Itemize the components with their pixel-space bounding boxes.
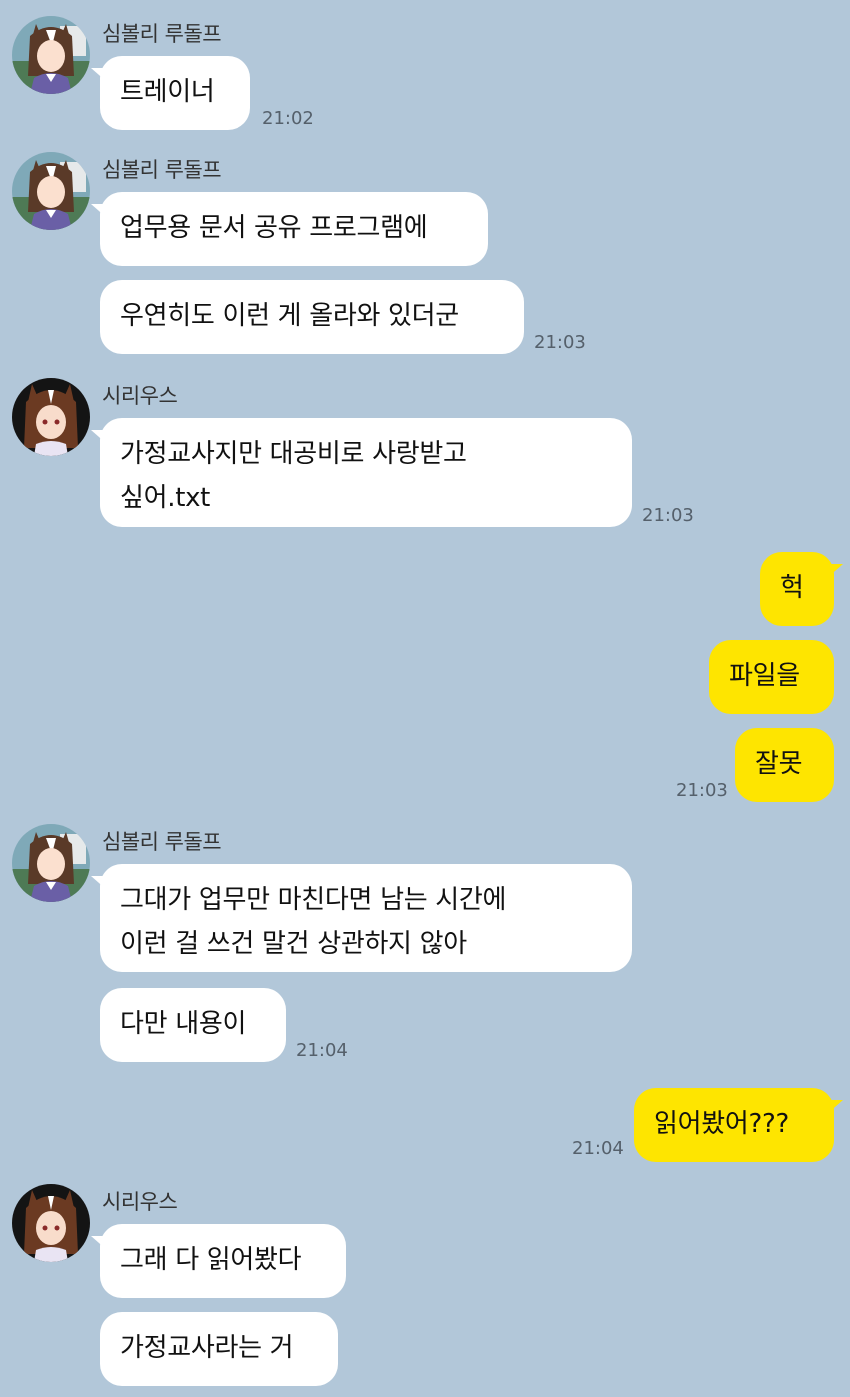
my-message-bubble[interactable]: 잘못 [735,728,834,802]
sender-name: 심볼리 루돌프 [102,158,222,182]
message-bubble[interactable]: 가정교사지만 대공비로 사랑받고 싶어.txt [91,418,632,527]
timestamp: 21:03 [534,332,586,353]
chat-room[interactable]: 심볼리 루돌프 트레이너 21:02 심볼리 루돌프 업무용 문서 공유 프로그… [0,0,850,1397]
message-bubble[interactable]: 그래 다 읽어봤다 [91,1224,346,1298]
timestamp: 21:04 [572,1138,624,1159]
sender-name: 심볼리 루돌프 [102,830,222,854]
timestamp: 21:02 [262,108,314,129]
message-bubble[interactable]: 다만 내용이 [100,988,286,1062]
message-bubble[interactable]: 우연히도 이런 게 올라와 있더군 [100,280,524,354]
message-bubble[interactable]: 그대가 업무만 마친다면 남는 시간에 이런 걸 쓰건 말건 상관하지 않아 [91,864,632,972]
sender-name: 시리우스 [102,384,178,408]
sender-name: 심볼리 루돌프 [102,22,222,46]
timestamp: 21:04 [296,1040,348,1061]
message-bubble[interactable]: 트레이너 [91,56,250,130]
my-message-bubble[interactable]: 헉 [760,552,843,626]
avatar-symboli-rudolf[interactable] [12,152,90,230]
avatar-sirius[interactable] [12,378,90,456]
timestamp: 21:03 [642,505,694,526]
timestamp: 21:03 [676,780,728,801]
message-bubble[interactable]: 업무용 문서 공유 프로그램에 [91,192,488,266]
sender-name: 시리우스 [102,1190,178,1214]
avatar-sirius[interactable] [12,1184,90,1262]
avatar-symboli-rudolf[interactable] [12,824,90,902]
message-bubble[interactable]: 가정교사라는 거 [100,1312,338,1386]
avatar-symboli-rudolf[interactable] [12,16,90,94]
my-message-bubble[interactable]: 파일을 [709,640,834,714]
my-message-bubble[interactable]: 읽어봤어??? [634,1088,843,1162]
